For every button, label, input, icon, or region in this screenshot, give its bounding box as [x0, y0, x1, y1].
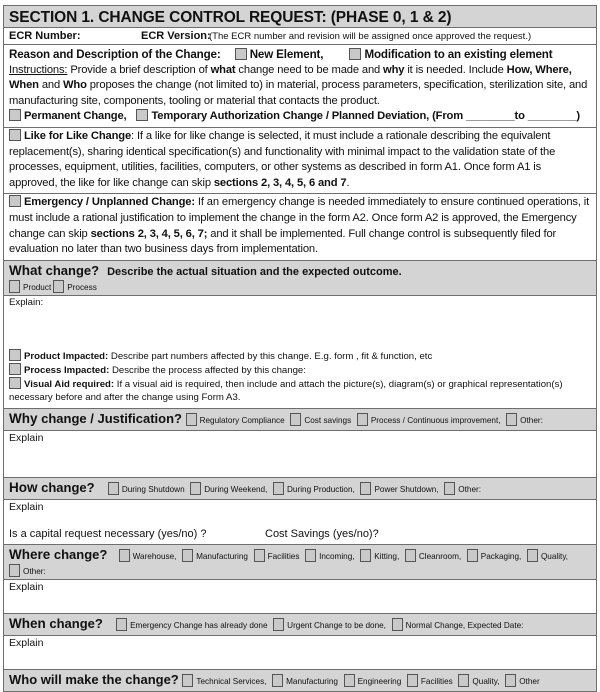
- instructions-text: Instructions: Provide a brief descriptio…: [9, 63, 588, 107]
- capital-cost-line: Is a capital request necessary (yes/no) …: [4, 527, 596, 541]
- power-shutdown-checkbox[interactable]: [360, 481, 372, 495]
- what-explain-field[interactable]: Explain:: [4, 296, 596, 309]
- what-change-desc: Describe the actual situation and the ex…: [107, 265, 402, 278]
- visual-aid-checkbox[interactable]: [9, 377, 21, 390]
- change-type-line: Permanent Change, Temporary Authorizatio…: [9, 109, 591, 125]
- reason-block: Reason and Description of the Change: Ne…: [4, 45, 596, 128]
- why-other-checkbox[interactable]: [506, 412, 518, 426]
- what-change-header: What change? Describe the actual situatio…: [4, 260, 596, 296]
- product-impacted-checkbox[interactable]: [9, 348, 21, 361]
- emergency-block: Emergency / Unplanned Change: If an emer…: [4, 194, 596, 261]
- packaging-checkbox[interactable]: [466, 548, 478, 562]
- when-explain-field[interactable]: Explain: [4, 636, 596, 650]
- change-control-form: SECTION 1. CHANGE CONTROL REQUEST: (PHAS…: [3, 5, 597, 692]
- emergency-checkbox[interactable]: [9, 195, 21, 208]
- during-production-checkbox[interactable]: [273, 481, 284, 495]
- who-change-header: Who will make the change? Technical Serv…: [4, 669, 596, 692]
- modification-label: Modification to an existing element: [364, 48, 553, 61]
- urgent-change-checkbox[interactable]: [273, 617, 285, 631]
- temporary-change-label: Temporary Authorization Change / Planned…: [151, 110, 580, 123]
- new-element-checkbox[interactable]: [234, 48, 247, 60]
- who-facilities-checkbox[interactable]: [406, 673, 418, 687]
- product-checkbox[interactable]: [9, 279, 20, 293]
- ecr-note: (The ECR number and revision will be ass…: [209, 31, 532, 42]
- normal-change-checkbox[interactable]: [391, 617, 403, 631]
- who-manufacturing-checkbox[interactable]: [272, 673, 284, 687]
- when-change-body: Explain: [4, 636, 596, 670]
- emergency-done-checkbox[interactable]: [116, 617, 128, 631]
- permanent-change-checkbox[interactable]: [9, 109, 21, 122]
- how-explain-field[interactable]: Explain: [4, 500, 596, 514]
- process-checkbox[interactable]: [53, 279, 65, 293]
- how-change-body: Explain Is a capital request necessary (…: [4, 500, 596, 545]
- reason-header: Reason and Description of the Change: Ne…: [9, 47, 591, 63]
- warehouse-checkbox[interactable]: [118, 548, 130, 562]
- how-change-header: How change? During Shutdown During Weeke…: [4, 477, 596, 500]
- where-other-checkbox[interactable]: [9, 563, 20, 577]
- like-for-like-checkbox[interactable]: [9, 128, 21, 141]
- capital-request-field[interactable]: Is a capital request necessary (yes/no) …: [9, 528, 265, 540]
- when-change-header: When change? Emergency Change has alread…: [4, 613, 596, 636]
- modification-checkbox[interactable]: [349, 48, 362, 60]
- where-explain-field[interactable]: Explain: [4, 580, 596, 594]
- who-other-checkbox[interactable]: [505, 673, 517, 687]
- emergency-label: Emergency / Unplanned Change:: [24, 196, 195, 209]
- like-for-like-block: Like for Like Change: If a like for like…: [4, 128, 596, 195]
- continuous-improvement-checkbox[interactable]: [356, 412, 368, 426]
- where-quality-checkbox[interactable]: [526, 548, 538, 562]
- where-manufacturing-checkbox[interactable]: [182, 548, 194, 562]
- ecr-row: ECR Number: ECR Version:(The ECR number a…: [4, 28, 596, 45]
- kitting-checkbox[interactable]: [360, 548, 372, 562]
- engineering-checkbox[interactable]: [343, 673, 355, 687]
- why-change-body: Explain: [4, 431, 596, 478]
- what-change-options: Product Process: [9, 279, 591, 294]
- how-other-checkbox[interactable]: [444, 481, 456, 495]
- cleanroom-checkbox[interactable]: [404, 548, 416, 562]
- why-explain-field[interactable]: Explain: [4, 431, 596, 445]
- what-change-body: Explain: Product Impacted: Describe part…: [4, 296, 596, 409]
- during-weekend-checkbox[interactable]: [190, 481, 202, 495]
- impact-list: Product Impacted: Describe part numbers …: [9, 348, 563, 404]
- permanent-change-label: Permanent Change,: [24, 110, 127, 123]
- ecr-version-label: ECR Version:: [141, 30, 211, 42]
- cost-savings-checkbox[interactable]: [290, 412, 302, 426]
- reason-label: Reason and Description of the Change:: [9, 48, 221, 61]
- during-shutdown-checkbox[interactable]: [107, 481, 119, 495]
- section-title: SECTION 1. CHANGE CONTROL REQUEST: (PHAS…: [4, 6, 596, 28]
- technical-services-checkbox[interactable]: [182, 673, 194, 687]
- where-facilities-checkbox[interactable]: [253, 548, 265, 562]
- cost-savings-field[interactable]: Cost Savings (yes/no)?: [265, 528, 379, 540]
- where-change-header: Where change? Warehouse, Manufacturing F…: [4, 544, 596, 580]
- regulatory-compliance-checkbox[interactable]: [185, 412, 197, 426]
- ecr-number-label: ECR Number:: [9, 30, 81, 42]
- like-for-like-label: Like for Like Change: [24, 129, 132, 142]
- why-change-header: Why change / Justification? Regulatory C…: [4, 408, 596, 431]
- who-quality-checkbox[interactable]: [458, 673, 470, 687]
- process-impacted-checkbox[interactable]: [9, 362, 21, 375]
- new-element-label: New Element,: [249, 48, 324, 61]
- where-change-body: Explain: [4, 580, 596, 614]
- incoming-checkbox[interactable]: [305, 548, 317, 562]
- temporary-change-checkbox[interactable]: [136, 109, 149, 122]
